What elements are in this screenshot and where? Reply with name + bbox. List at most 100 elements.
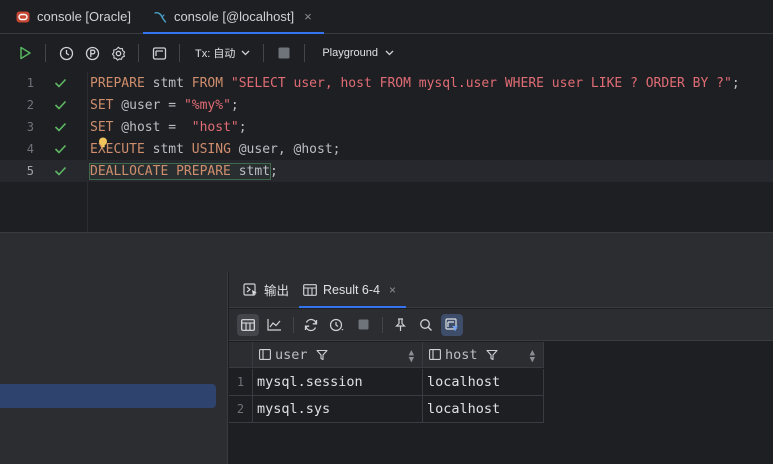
mysql-icon <box>153 10 167 24</box>
settings-button[interactable] <box>105 40 131 66</box>
auto-refresh-button[interactable] <box>326 314 348 336</box>
plan-icon <box>85 46 99 60</box>
toolbar-divider <box>382 316 383 333</box>
tab-label: console [Oracle] <box>37 9 131 24</box>
stop-button[interactable] <box>352 314 374 336</box>
close-icon[interactable]: × <box>304 9 312 24</box>
tab-result-6-4[interactable]: Result 6-4 × <box>299 272 407 308</box>
oracle-icon <box>16 11 30 23</box>
table-view-button[interactable] <box>237 313 259 336</box>
chart-icon <box>266 319 281 331</box>
editor-line[interactable]: 3 SET @host = "host"; <box>0 116 773 138</box>
console-toolbar: Tx: 自动 Playground <box>0 35 773 71</box>
editor-line[interactable]: 2 SET @user = "%my%"; <box>0 94 773 116</box>
filter-icon[interactable] <box>485 349 498 361</box>
stop-icon <box>278 47 290 59</box>
transaction-mode-label: Tx: 自动 <box>195 48 236 60</box>
editor-line[interactable]: 1 PREPARE stmt FROM "SELECT user, host F… <box>0 72 773 94</box>
playground-dropdown[interactable]: Playground <box>312 47 400 59</box>
line-number: 3 <box>26 120 34 134</box>
query-filter-button[interactable] <box>441 313 463 336</box>
tab-label: Result 6-4 <box>323 282 380 297</box>
intention-bulb-icon[interactable] <box>98 137 108 148</box>
line-number: 2 <box>26 98 34 112</box>
selected-tree-item[interactable] <box>0 384 216 408</box>
grid-corner[interactable] <box>229 342 253 367</box>
filter-panel-icon <box>445 317 458 331</box>
services-panel <box>0 272 228 464</box>
code-line-5: DEALLOCATE PREPARE stmt; <box>88 162 278 180</box>
row-number: 2 <box>229 396 253 422</box>
check-icon <box>54 100 84 110</box>
tab-console-oracle[interactable]: console [Oracle] <box>6 0 143 33</box>
chart-view-button[interactable] <box>263 314 285 336</box>
history-button[interactable] <box>53 40 79 66</box>
code-line-4: EXECUTE stmt USING @user, @host; <box>90 141 341 157</box>
editor-tab-bar: console [Oracle] console [@localhost] × <box>0 0 773 34</box>
pin-button[interactable] <box>389 314 411 336</box>
table-row[interactable]: 2 mysql.sys localhost <box>229 396 544 423</box>
sql-editor[interactable]: 1 PREPARE stmt FROM "SELECT user, host F… <box>0 72 773 232</box>
check-icon <box>54 144 84 154</box>
clock-icon <box>59 46 73 60</box>
code-line-1: PREPARE stmt FROM "SELECT user, host FRO… <box>90 75 740 91</box>
column-name: host <box>445 346 478 363</box>
chevron-down-icon <box>241 50 250 56</box>
refresh-icon <box>304 318 318 331</box>
editor-line-current[interactable]: 5 DEALLOCATE PREPARE stmt; <box>0 160 773 182</box>
grid-header: user ▲ ▼ host ▲ ▼ <box>229 342 544 368</box>
explain-plan-button[interactable] <box>79 40 105 66</box>
column-icon <box>259 349 271 360</box>
clock-icon <box>329 318 344 331</box>
check-icon <box>54 78 84 88</box>
chevron-down-icon <box>385 50 394 56</box>
toolbar-divider <box>304 44 306 62</box>
editor-line[interactable]: 4 EXECUTE stmt USING @user, @host; <box>0 138 773 160</box>
stop-button[interactable] <box>271 40 297 66</box>
cell-host[interactable]: localhost <box>423 396 544 422</box>
column-name: user <box>275 346 308 363</box>
toolbar-divider <box>45 44 46 62</box>
search-button[interactable] <box>415 314 437 336</box>
transaction-mode-dropdown[interactable]: Tx: 自动 <box>187 45 256 61</box>
stop-icon <box>358 319 368 330</box>
cell-user[interactable]: mysql.sys <box>253 396 423 422</box>
panel-splitter[interactable] <box>0 232 773 272</box>
pin-icon <box>394 317 406 331</box>
execute-button[interactable] <box>12 40 38 66</box>
table-icon <box>241 318 255 331</box>
toolbar-divider <box>293 316 294 333</box>
filter-icon[interactable] <box>315 349 328 361</box>
code-line-2: SET @user = "%my%"; <box>90 97 239 113</box>
play-icon <box>20 46 31 60</box>
output-panel-button[interactable] <box>146 40 172 66</box>
cell-host[interactable]: localhost <box>423 369 544 395</box>
row-number: 1 <box>229 369 253 395</box>
refresh-button[interactable] <box>300 314 322 336</box>
column-header-host[interactable]: host ▲ ▼ <box>423 342 544 367</box>
tab-output[interactable]: 输出 <box>239 272 299 307</box>
table-row[interactable]: 1 mysql.session localhost <box>229 369 544 396</box>
panel-icon <box>152 46 166 60</box>
results-toolbar <box>229 309 773 341</box>
table-icon <box>303 283 317 296</box>
cell-user[interactable]: mysql.session <box>253 369 423 395</box>
tab-label: console [@localhost] <box>173 9 295 24</box>
results-tab-bar: 输出 Result 6-4 × <box>229 272 773 308</box>
toolbar-divider <box>138 44 139 62</box>
tab-label: 输出 <box>264 284 290 298</box>
toolbar-divider <box>263 44 265 62</box>
column-icon <box>429 349 441 360</box>
column-header-user[interactable]: user ▲ ▼ <box>253 342 423 367</box>
sort-icon[interactable]: ▲ ▼ <box>409 349 414 365</box>
sort-icon[interactable]: ▲ ▼ <box>530 349 535 365</box>
check-icon <box>54 122 84 132</box>
playground-label: Playground <box>322 47 378 59</box>
results-panel: 输出 Result 6-4 × user ▲ ▼ host ▲ ▼ 1 mysq… <box>229 272 773 464</box>
code-line-3: SET @host = "host"; <box>90 119 247 135</box>
tab-console-localhost[interactable]: console [@localhost] × <box>142 0 324 34</box>
toolbar-divider <box>179 44 180 62</box>
line-number: 4 <box>26 142 34 156</box>
close-icon[interactable]: × <box>389 283 396 297</box>
output-icon <box>243 282 258 297</box>
